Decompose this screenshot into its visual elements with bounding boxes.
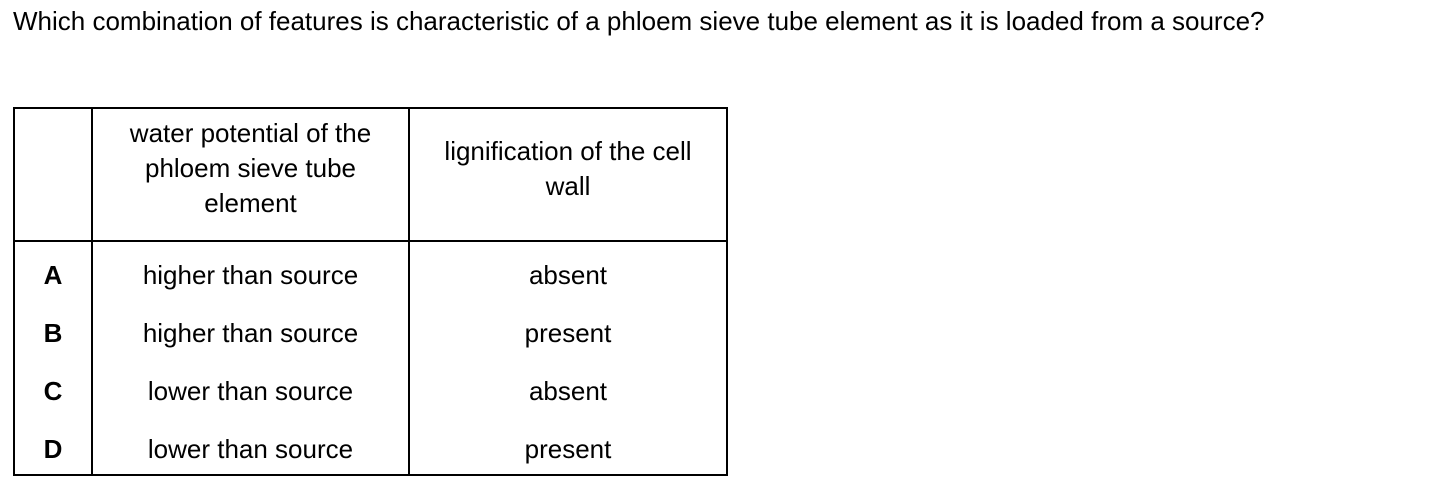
lignification-cell: present [408, 416, 728, 476]
header-cell-lignification: lignification of the cell wall [408, 107, 728, 242]
option-letter-cell: D [13, 416, 93, 476]
option-row-b[interactable]: B higher than source present [13, 300, 728, 358]
table-header-row: water potential of the phloem sieve tube… [13, 107, 728, 242]
lignification-value: absent [528, 376, 608, 406]
option-row-c[interactable]: C lower than source absent [13, 358, 728, 416]
lignification-cell: absent [408, 241, 728, 300]
lignification-value: present [524, 318, 612, 348]
water-potential-cell: higher than source [91, 241, 410, 300]
water-potential-cell: lower than source [91, 358, 410, 416]
question-text: Which combination of features is charact… [13, 6, 1265, 36]
water-potential-value: higher than source [142, 260, 359, 290]
header-label-water-potential: water potential of the phloem sieve tube… [129, 118, 372, 218]
lignification-cell: present [408, 300, 728, 358]
option-letter-cell: B [13, 300, 93, 358]
option-letter-cell: A [13, 241, 93, 300]
water-potential-value: lower than source [147, 376, 354, 406]
option-letter: D [43, 434, 63, 464]
answer-options-table: water potential of the phloem sieve tube… [13, 107, 728, 476]
header-label-lignification: lignification of the cell wall [444, 135, 692, 201]
water-potential-cell: higher than source [91, 300, 410, 358]
lignification-value: present [524, 434, 612, 464]
water-potential-value: lower than source [147, 434, 354, 464]
option-letter: A [43, 260, 63, 290]
header-cell-water-potential: water potential of the phloem sieve tube… [91, 107, 410, 242]
water-potential-value: higher than source [142, 318, 359, 348]
lignification-value: absent [528, 260, 608, 290]
lignification-cell: absent [408, 358, 728, 416]
water-potential-cell: lower than source [91, 416, 410, 476]
option-letter-cell: C [13, 358, 93, 416]
option-letter: C [43, 376, 63, 406]
header-cell-letter [13, 107, 93, 242]
option-row-a[interactable]: A higher than source absent [13, 241, 728, 300]
option-letter: B [43, 318, 63, 348]
option-row-d[interactable]: D lower than source present [13, 416, 728, 476]
